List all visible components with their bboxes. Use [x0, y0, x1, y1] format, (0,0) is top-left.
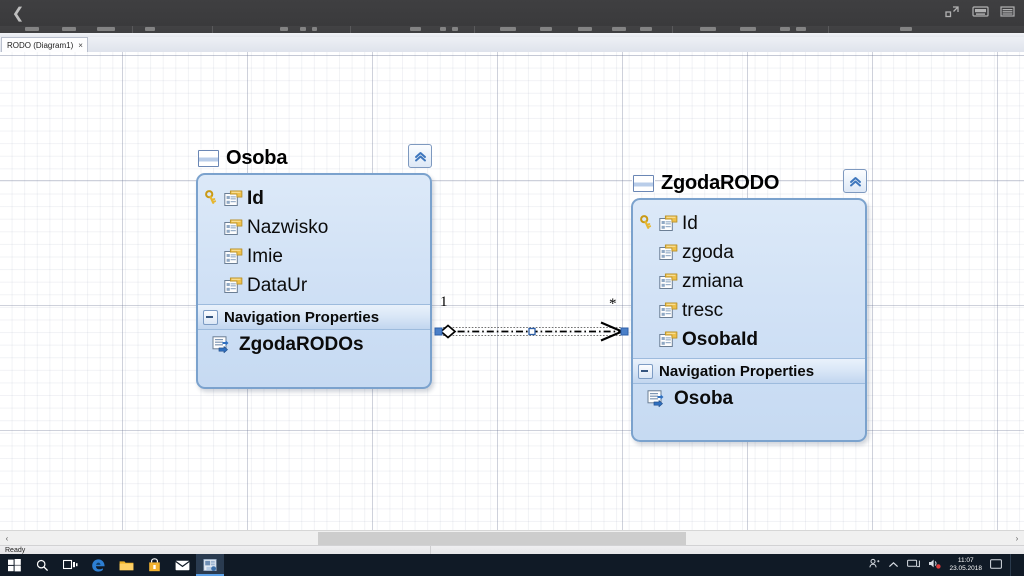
property-label: Id: [682, 212, 698, 234]
show-hidden-icons-icon[interactable]: [888, 556, 899, 574]
file-explorer-icon[interactable]: [112, 554, 140, 576]
collapse-button[interactable]: [408, 144, 432, 168]
volume-icon[interactable]: [928, 556, 942, 574]
user-account-icon[interactable]: [869, 556, 880, 574]
navigation-property-label: ZgodaRODOs: [239, 334, 364, 355]
navigation-property-icon: [647, 389, 668, 409]
scalar-property-icon: [659, 244, 678, 261]
show-desktop-button[interactable]: [1010, 554, 1020, 576]
property-label: Id: [247, 187, 264, 209]
property-row[interactable]: zgoda: [633, 238, 865, 267]
property-row[interactable]: tresc: [633, 296, 865, 325]
primary-key-icon: [640, 214, 655, 233]
system-tray: 11:07 23.05.2018: [869, 554, 1024, 576]
edge-icon[interactable]: [84, 554, 112, 576]
primary-key-icon: [205, 189, 220, 208]
property-label: tresc: [682, 299, 724, 321]
horizontal-scrollbar[interactable]: ‹ ›: [0, 530, 1024, 546]
target-multiplicity-label: *: [609, 296, 617, 312]
clock-time: 11:07: [957, 557, 974, 564]
entity-osoba-body: Id Nazwisko Imie DataUr Navigation Prope…: [196, 173, 432, 389]
navigation-properties-label: Navigation Properties: [659, 362, 815, 380]
navigation-properties-header[interactable]: Navigation Properties: [633, 358, 865, 384]
visual-studio-icon[interactable]: [196, 554, 224, 576]
property-label: OsobaId: [682, 328, 759, 350]
search-icon[interactable]: [28, 554, 56, 576]
document-tab-strip: RODO (Diagram1) ×: [0, 37, 1024, 53]
window-controls: [944, 4, 1018, 22]
scalar-property-icon: [659, 331, 678, 348]
scalar-property-icon: [224, 219, 243, 236]
scalar-property-icon: [224, 190, 243, 207]
navigation-property-label: Osoba: [674, 388, 734, 409]
property-row[interactable]: Nazwisko: [198, 213, 430, 242]
restore-icon[interactable]: [944, 5, 962, 21]
navigation-property-row[interactable]: Osoba: [633, 384, 865, 414]
navigation-properties-label: Navigation Properties: [224, 308, 380, 326]
entity-zgodarodo[interactable]: ZgodaRODO Id zgoda zmiana tresc OsobaId …: [631, 168, 867, 442]
scroll-right-icon[interactable]: ›: [1010, 531, 1024, 546]
scalar-property-icon: [659, 215, 678, 232]
mail-icon[interactable]: [168, 554, 196, 576]
navigation-property-row[interactable]: ZgodaRODOs: [198, 330, 430, 360]
taskbar-clock[interactable]: 11:07 23.05.2018: [949, 557, 982, 573]
action-center-icon[interactable]: [990, 556, 1002, 574]
property-row[interactable]: zmiana: [633, 267, 865, 296]
tab-label: RODO (Diagram1): [7, 41, 74, 50]
scalar-property-icon: [224, 277, 243, 294]
collapse-minus-icon[interactable]: [638, 363, 653, 379]
entity-osoba-title: Osoba: [226, 146, 288, 169]
collapse-minus-icon[interactable]: [203, 309, 218, 325]
entity-zgodarodo-body: Id zgoda zmiana tresc OsobaId Navigation…: [631, 198, 867, 442]
property-row[interactable]: Imie: [198, 242, 430, 271]
property-label: Imie: [247, 245, 283, 267]
window-title-bar: ❮: [0, 0, 1024, 26]
keyboard-icon[interactable]: [972, 5, 990, 21]
collapse-button[interactable]: [843, 169, 867, 193]
start-button[interactable]: [0, 554, 28, 576]
navigation-property-icon: [212, 335, 233, 355]
property-label: Nazwisko: [247, 216, 329, 238]
menu-icon[interactable]: [1000, 5, 1018, 21]
windows-taskbar: 11:07 23.05.2018: [0, 554, 1024, 576]
key-placeholder: [640, 273, 655, 291]
store-icon[interactable]: [140, 554, 168, 576]
network-icon[interactable]: [907, 556, 921, 574]
property-label: zgoda: [682, 241, 734, 263]
back-arrow-icon[interactable]: ❮: [10, 6, 26, 22]
scalar-property-icon: [224, 248, 243, 265]
navigation-properties-header[interactable]: Navigation Properties: [198, 304, 430, 330]
scalar-property-icon: [659, 302, 678, 319]
key-placeholder: [205, 248, 220, 266]
tab-rodo-diagram1[interactable]: RODO (Diagram1) ×: [1, 37, 88, 53]
source-multiplicity-label: 1: [440, 294, 448, 310]
property-row[interactable]: OsobaId: [633, 325, 865, 354]
property-label: DataUr: [247, 274, 308, 296]
scrollbar-thumb[interactable]: [318, 532, 686, 545]
entity-osoba-header: Osoba: [196, 143, 432, 173]
key-placeholder: [640, 331, 655, 349]
scalar-property-icon: [659, 273, 678, 290]
close-icon[interactable]: ×: [78, 41, 83, 50]
scroll-left-icon[interactable]: ‹: [0, 531, 14, 546]
table-icon: [198, 149, 219, 167]
diagram-canvas[interactable]: Osoba Id Nazwisko Imie DataUr Navigation…: [0, 52, 1024, 530]
table-icon: [633, 174, 654, 192]
entity-osoba[interactable]: Osoba Id Nazwisko Imie DataUr Navigation…: [196, 143, 432, 389]
property-row[interactable]: DataUr: [198, 271, 430, 300]
key-placeholder: [640, 302, 655, 320]
task-view-icon[interactable]: [56, 554, 84, 576]
clock-date: 23.05.2018: [949, 565, 982, 572]
key-placeholder: [205, 277, 220, 295]
entity-zgodarodo-header: ZgodaRODO: [631, 168, 867, 198]
property-label: zmiana: [682, 270, 744, 292]
key-placeholder: [640, 244, 655, 262]
property-row[interactable]: Id: [633, 209, 865, 238]
property-row[interactable]: Id: [198, 184, 430, 213]
association-connector[interactable]: 1 *: [425, 294, 640, 352]
key-placeholder: [205, 219, 220, 237]
entity-zgodarodo-title: ZgodaRODO: [661, 171, 780, 194]
